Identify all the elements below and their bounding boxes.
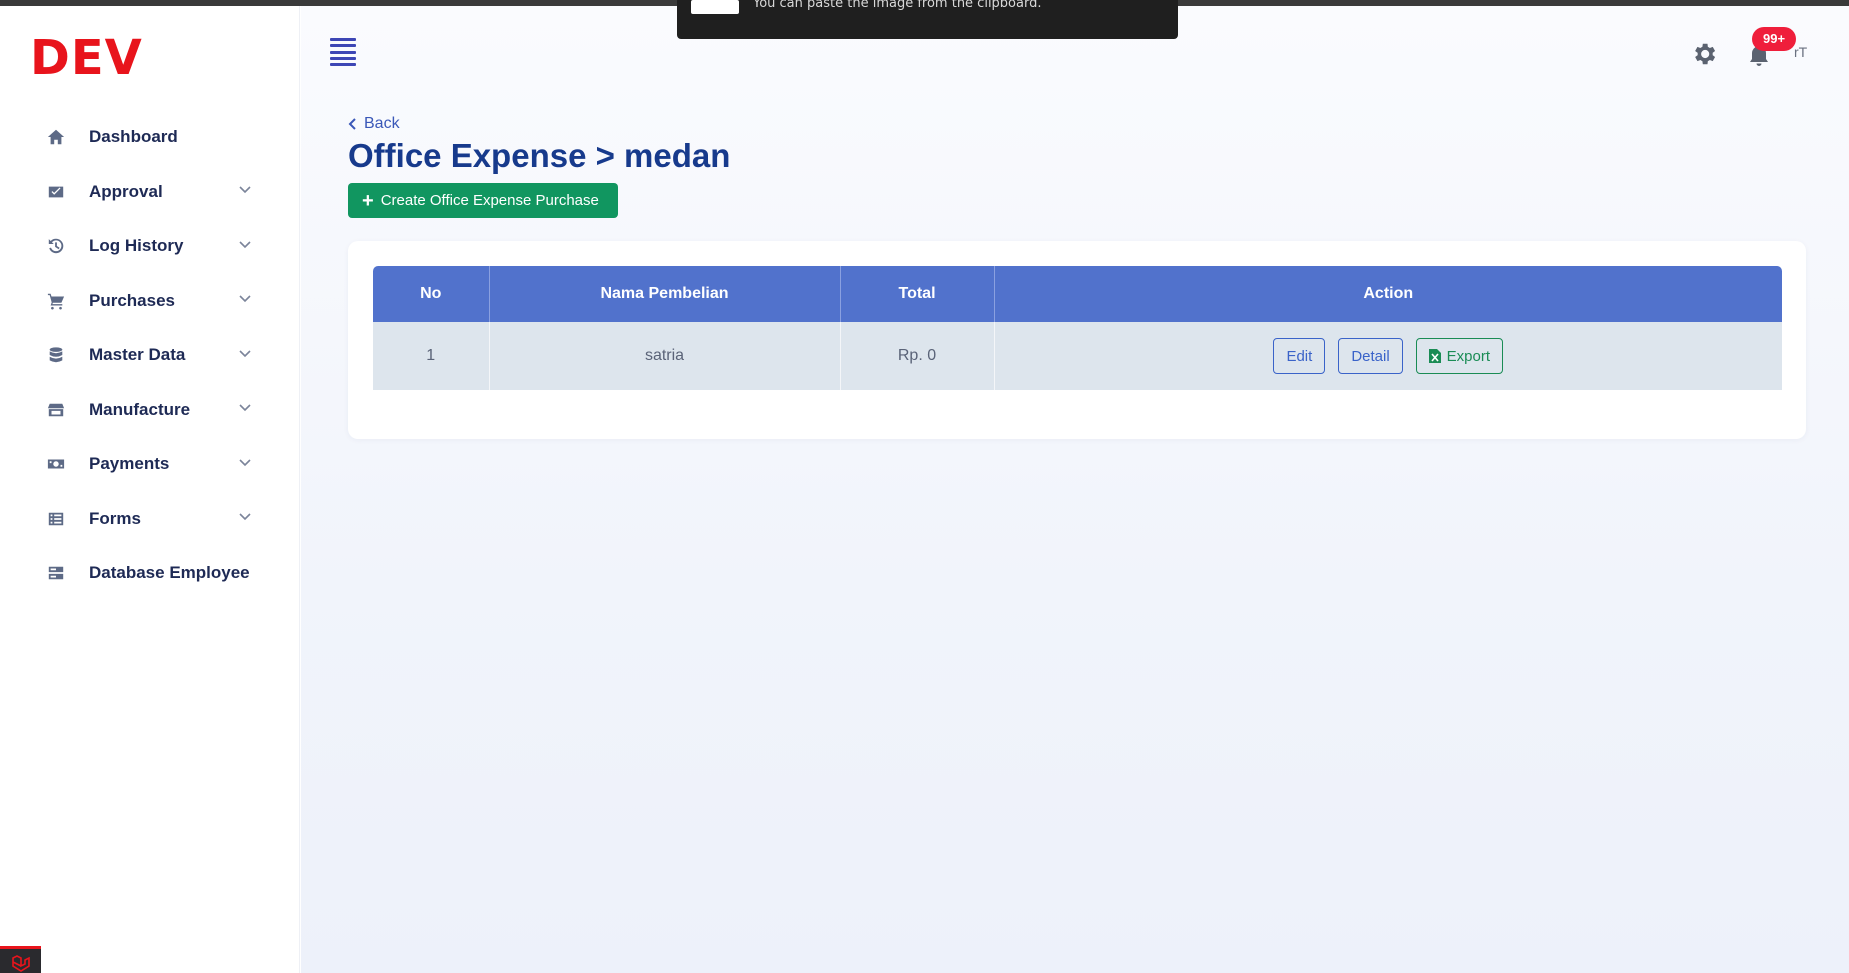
sidebar-nav: Dashboard Approval Log History Purchases xyxy=(0,110,300,601)
cell-no: 1 xyxy=(373,322,490,390)
approval-icon xyxy=(46,182,66,202)
create-button-label: Create Office Expense Purchase xyxy=(380,192,599,209)
toast-message: You can paste the image from the clipboa… xyxy=(753,0,1042,11)
clipboard-toast: You can paste the image from the clipboa… xyxy=(677,0,1178,39)
sidebar-item-forms[interactable]: Forms xyxy=(0,492,300,547)
chevron-down-icon xyxy=(238,237,252,256)
page-title: Office Expense > medan xyxy=(348,137,731,174)
menu-toggle-icon[interactable] xyxy=(330,38,356,66)
back-link[interactable]: Back xyxy=(348,115,400,133)
sidebar-item-database-employee[interactable]: Database Employee xyxy=(0,546,300,601)
create-office-expense-button[interactable]: + Create Office Expense Purchase xyxy=(348,183,618,218)
store-icon xyxy=(46,400,66,420)
app-logo[interactable]: DEV xyxy=(30,30,143,86)
sidebar-item-label: Manufacture xyxy=(89,399,191,419)
sidebar-item-label: Master Data xyxy=(89,345,186,365)
edit-button[interactable]: Edit xyxy=(1273,338,1326,374)
home-icon xyxy=(46,127,66,147)
export-label: Export xyxy=(1446,347,1491,365)
chevron-down-icon xyxy=(238,400,252,419)
cart-icon xyxy=(46,291,66,311)
sidebar-item-label: Dashboard xyxy=(89,127,178,147)
sidebar-item-label: Purchases xyxy=(89,290,175,310)
sidebar-item-label: Approval xyxy=(89,181,163,201)
plus-icon: + xyxy=(362,189,374,212)
laravel-icon[interactable] xyxy=(0,946,41,973)
column-header-action: Action xyxy=(1363,285,1414,302)
chevron-down-icon xyxy=(238,182,252,201)
chevron-down-icon xyxy=(238,291,252,310)
cell-actions: Edit Detail Export xyxy=(994,322,1782,390)
main-content: You can paste the image from the clipboa… xyxy=(301,0,1849,973)
notification-badge[interactable]: 99+ xyxy=(1752,27,1797,51)
gear-icon[interactable] xyxy=(1690,40,1718,68)
sidebar-item-master-data[interactable]: Master Data xyxy=(0,328,300,383)
sidebar-item-manufacture[interactable]: Manufacture xyxy=(0,383,300,438)
excel-file-icon xyxy=(1428,349,1441,363)
row-actions: Edit Detail Export xyxy=(995,338,1783,374)
table-header-row: No Nama Pembelian Total Action xyxy=(373,266,1782,322)
server-icon xyxy=(46,563,66,583)
chevron-down-icon xyxy=(238,455,252,474)
sidebar-item-label: Forms xyxy=(89,508,141,528)
sidebar-item-dashboard[interactable]: Dashboard xyxy=(0,110,300,165)
table-row: 1 satria Rp. 0 Edit Detail Export xyxy=(373,322,1782,390)
column-header-total: Total xyxy=(840,266,995,322)
cell-nama: satria xyxy=(489,322,841,390)
money-icon xyxy=(46,454,66,474)
detail-button[interactable]: Detail xyxy=(1338,338,1403,374)
cell-total: Rp. 0 xyxy=(840,322,995,390)
column-header-nama: Nama Pembelian xyxy=(489,266,841,322)
toast-image-thumbnail xyxy=(691,0,739,14)
column-header-no: No xyxy=(373,266,490,322)
database-icon xyxy=(46,345,66,365)
user-menu[interactable]: rT xyxy=(1794,44,1807,60)
sidebar-item-purchases[interactable]: Purchases xyxy=(0,274,300,329)
sidebar: DEV Dashboard Approval Log History Purch… xyxy=(0,6,300,973)
history-icon xyxy=(46,236,66,256)
sidebar-item-payments[interactable]: Payments xyxy=(0,437,300,492)
sidebar-item-approval[interactable]: Approval xyxy=(0,165,300,220)
list-icon xyxy=(46,509,66,529)
chevron-down-icon xyxy=(238,509,252,528)
sidebar-item-label: Payments xyxy=(89,454,170,474)
sidebar-item-label: Database Employee xyxy=(89,563,250,583)
table-card: No Nama Pembelian Total Action 1 satria … xyxy=(348,241,1806,439)
sidebar-item-log-history[interactable]: Log History xyxy=(0,219,300,274)
sidebar-item-label: Log History xyxy=(89,236,184,256)
back-label: Back xyxy=(364,115,400,132)
chevron-down-icon xyxy=(238,346,252,365)
office-expense-table: No Nama Pembelian Total Action 1 satria … xyxy=(373,266,1782,390)
export-button[interactable]: Export xyxy=(1415,338,1504,374)
chevron-left-icon xyxy=(348,118,356,130)
